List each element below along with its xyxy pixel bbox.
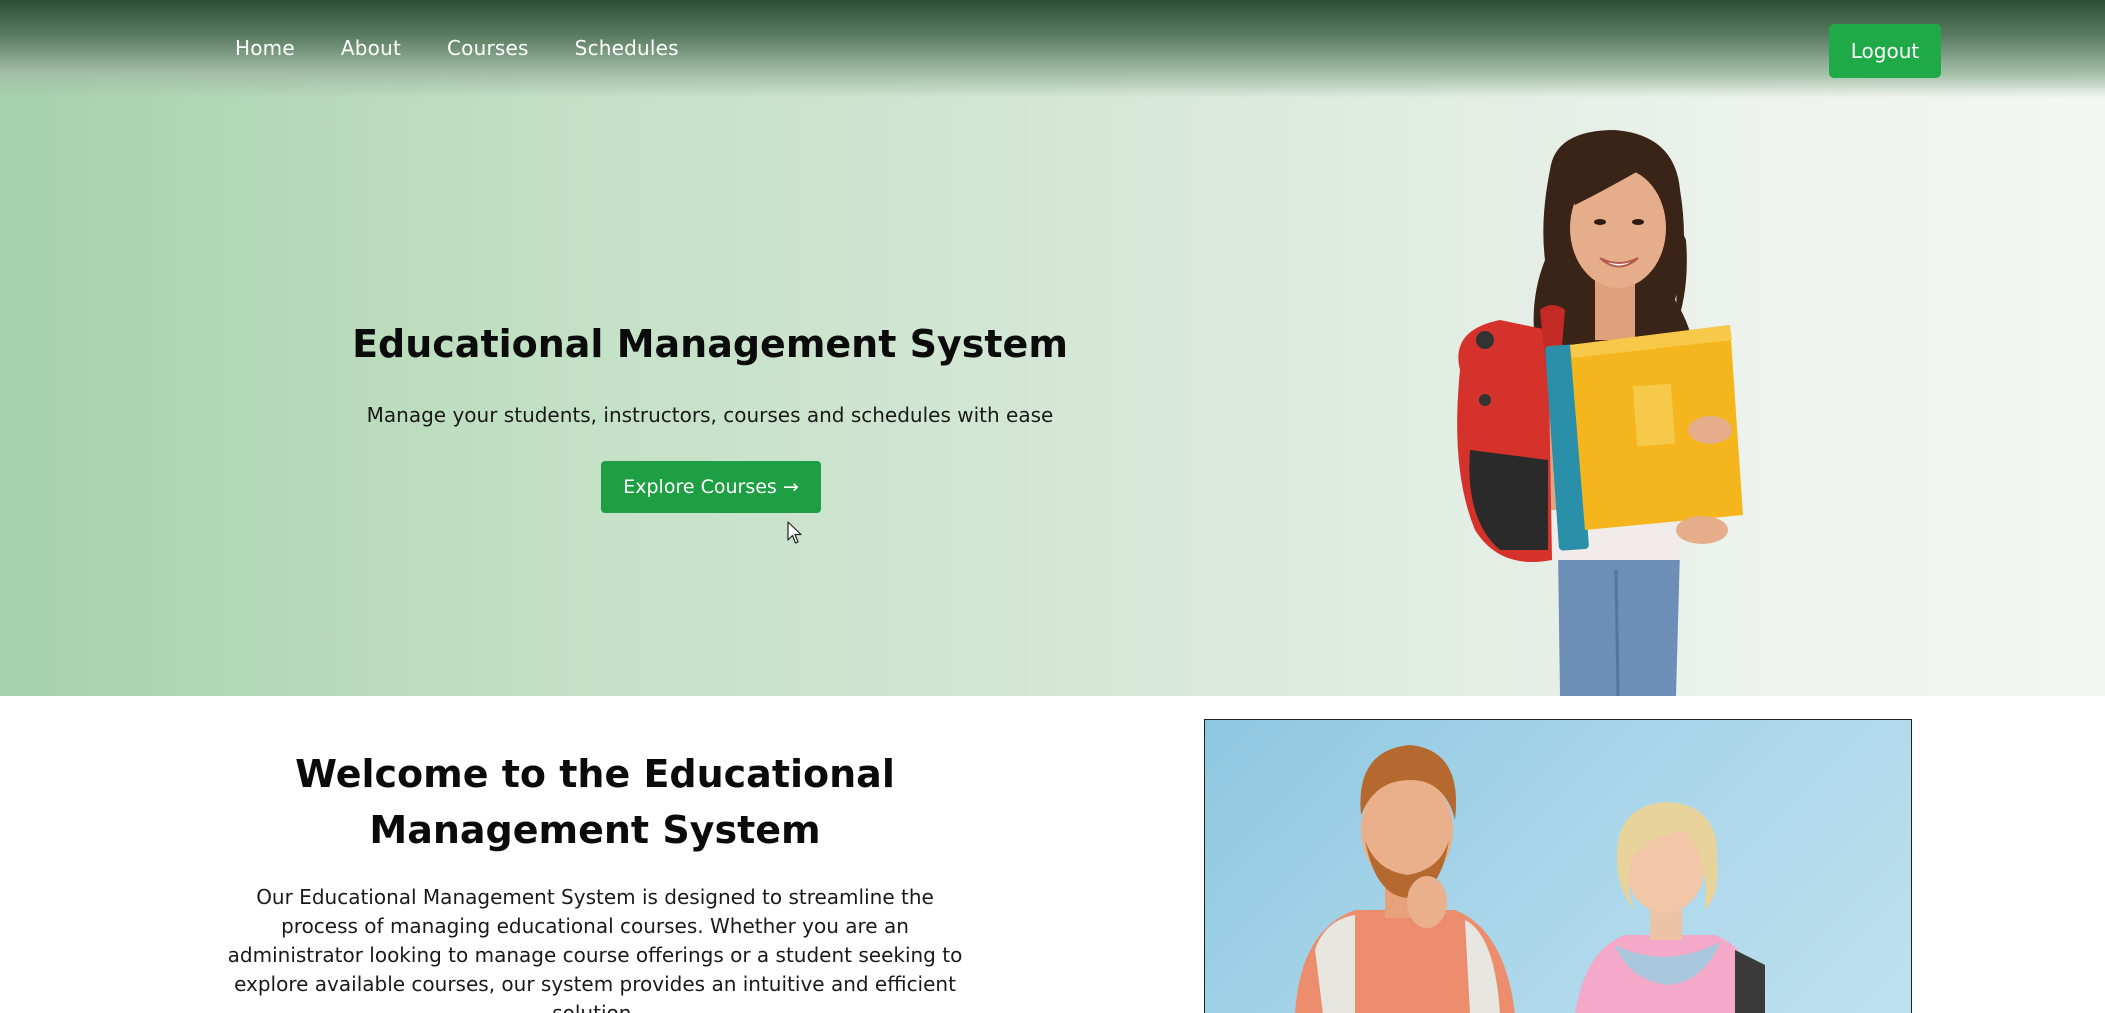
nav-link-courses[interactable]: Courses <box>447 36 529 60</box>
welcome-title: Welcome to the Educational Management Sy… <box>295 752 895 852</box>
students-illustration <box>1295 745 1765 1013</box>
nav-link-schedules[interactable]: Schedules <box>575 36 679 60</box>
hero-section: Educational Management System Manage you… <box>0 0 2105 696</box>
nav-link-home[interactable]: Home <box>235 36 295 60</box>
hero-subtitle: Manage your students, instructors, cours… <box>366 403 1054 427</box>
mouse-pointer-icon <box>787 521 802 544</box>
welcome-description: Our Educational Management System is des… <box>227 885 963 1013</box>
students-image <box>1204 719 1912 1013</box>
nav-links: Home About Courses Schedules <box>235 36 725 60</box>
hero-title: Educational Management System <box>352 322 1068 366</box>
explore-courses-button[interactable]: Explore Courses → <box>601 461 821 513</box>
nav-link-about[interactable]: About <box>341 36 401 60</box>
student-hero-image <box>1457 130 1743 696</box>
logout-button[interactable]: Logout <box>1829 24 1941 78</box>
top-navbar: Home About Courses Schedules Logout <box>0 0 2105 98</box>
